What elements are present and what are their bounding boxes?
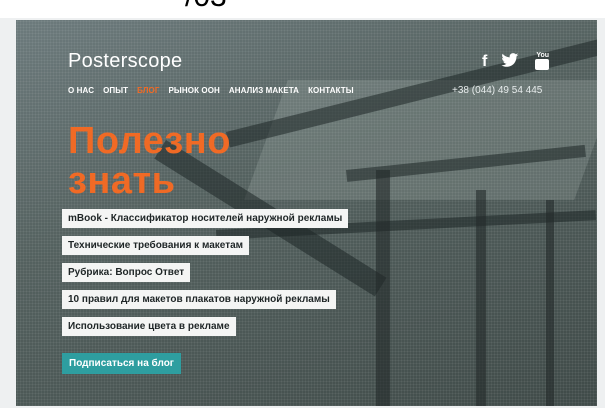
main-nav: О НАС ОПЫТ БЛОГ РЫНОК ООН АНАЛИЗ МАКЕТА … [68, 86, 354, 95]
site-logo[interactable]: Posterscope [68, 50, 182, 73]
nav-item-blog[interactable]: БЛОГ [137, 86, 159, 95]
subscribe-button[interactable]: Подписаться на блог [62, 353, 181, 374]
page-title: Полезно знать [68, 121, 231, 201]
youtube-box [535, 59, 550, 70]
top-fragment-text: /03 [185, 0, 227, 12]
article-link[interactable]: Рубрика: Вопрос Ответ [62, 263, 191, 282]
article-link[interactable]: Технические требования к макетам [62, 236, 250, 255]
phone-number[interactable]: +38 (044) 49 54 445 [452, 85, 542, 96]
nav-item-experience[interactable]: ОПЫТ [103, 86, 128, 95]
article-link[interactable]: 10 правил для макетов плакатов наружной … [62, 290, 336, 309]
facebook-icon[interactable]: f [482, 53, 487, 73]
nav-item-about[interactable]: О НАС [68, 86, 94, 95]
page-frame: Posterscope f You О НАС ОПЫТ БЛОГ РЫНОК … [0, 18, 605, 408]
youtube-icon[interactable]: You [533, 52, 551, 71]
nav-item-market[interactable]: РЫНОК ООН [169, 86, 220, 95]
top-strip: /03 [0, 0, 605, 18]
title-line-1: Полезно [68, 120, 231, 162]
nav-item-layout-analysis[interactable]: АНАЛИЗ МАКЕТА [229, 86, 299, 95]
twitter-icon[interactable] [501, 53, 519, 73]
social-links: f You [482, 52, 551, 73]
background-post [376, 170, 390, 406]
nav-item-contacts[interactable]: КОНТАКТЫ [308, 86, 354, 95]
hero-section: Posterscope f You О НАС ОПЫТ БЛОГ РЫНОК … [16, 20, 597, 406]
background-post [476, 190, 486, 406]
article-link[interactable]: Использование цвета в рекламе [62, 317, 236, 336]
article-link[interactable]: mBook - Классификатор носителей наружной… [62, 209, 349, 228]
title-line-2: знать [68, 160, 176, 202]
background-post [546, 200, 554, 406]
